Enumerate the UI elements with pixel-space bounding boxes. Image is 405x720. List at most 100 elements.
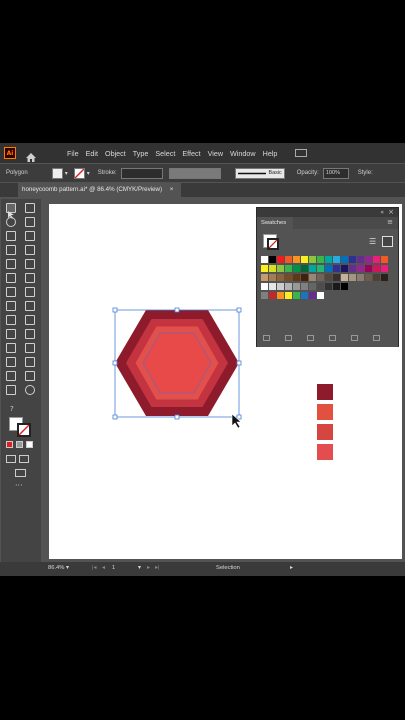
artboard-tool-icon[interactable]	[6, 371, 16, 381]
swatch[interactable]	[325, 283, 332, 290]
swatch[interactable]	[277, 265, 284, 272]
swatch[interactable]	[293, 283, 300, 290]
close-icon[interactable]: ×	[170, 186, 174, 193]
swatch[interactable]	[381, 265, 388, 272]
swatch[interactable]	[261, 256, 268, 263]
mesh-tool-icon[interactable]	[6, 329, 16, 339]
swatch[interactable]	[269, 256, 276, 263]
none-mode-icon[interactable]	[26, 441, 33, 448]
swatch[interactable]	[373, 265, 380, 272]
artboard-number[interactable]: 1	[112, 565, 115, 571]
swatch[interactable]	[277, 283, 284, 290]
menu-select[interactable]: Select	[155, 149, 175, 158]
swatch[interactable]	[293, 256, 300, 263]
swatch[interactable]	[261, 265, 268, 272]
pen-tool-icon[interactable]	[6, 231, 16, 241]
last-artboard-icon[interactable]: ▸|	[155, 565, 159, 571]
shaper-tool-icon[interactable]	[6, 273, 16, 283]
swatch[interactable]	[301, 265, 308, 272]
home-icon[interactable]	[25, 148, 37, 162]
column-graph-tool-icon[interactable]	[25, 357, 35, 367]
swatch[interactable]	[333, 274, 340, 281]
menu-effect[interactable]: Effect	[182, 149, 200, 158]
color-mode-icon[interactable]	[6, 441, 13, 448]
list-view-icon[interactable]: ☰	[369, 237, 376, 246]
resize-handle[interactable]	[174, 307, 180, 313]
help-icon[interactable]: ?	[10, 405, 14, 413]
eraser-tool-icon[interactable]	[25, 273, 35, 283]
opacity-label[interactable]: Opacity:	[297, 170, 319, 176]
document-tab[interactable]: honeycoomb pattern.ai* @ 86.4% (CMYK/Pre…	[18, 183, 182, 197]
delete-swatch-icon[interactable]	[373, 335, 380, 341]
menu-file[interactable]: File	[67, 149, 79, 158]
swatch-libraries-icon[interactable]	[263, 335, 270, 341]
swatch[interactable]	[261, 292, 268, 299]
workspace-switcher-icon[interactable]	[295, 149, 308, 157]
swatch[interactable]	[277, 292, 284, 299]
stroke-indicator[interactable]	[267, 238, 279, 250]
resize-handle[interactable]	[112, 360, 118, 366]
magic-wand-tool-icon[interactable]	[6, 217, 16, 227]
swatch[interactable]	[309, 292, 316, 299]
swatch[interactable]	[293, 265, 300, 272]
perspective-grid-tool-icon[interactable]	[25, 315, 35, 325]
grid-view-icon[interactable]	[382, 236, 393, 247]
menu-view[interactable]: View	[208, 149, 223, 158]
swatch[interactable]	[357, 274, 364, 281]
show-kinds-icon[interactable]	[285, 335, 292, 341]
stroke-color-swatch[interactable]	[17, 423, 31, 437]
swatch[interactable]	[269, 292, 276, 299]
swatch[interactable]	[317, 292, 324, 299]
sample-color-square[interactable]	[317, 424, 333, 440]
chevron-down-icon[interactable]: ▾	[66, 565, 69, 571]
menu-object[interactable]: Object	[105, 149, 126, 158]
hand-tool-icon[interactable]	[6, 385, 16, 395]
width-tool-icon[interactable]	[6, 301, 16, 311]
gradient-tool-icon[interactable]	[25, 329, 35, 339]
new-swatch-icon[interactable]	[351, 335, 358, 341]
line-tool-icon[interactable]	[25, 245, 35, 255]
swatch[interactable]	[309, 256, 316, 263]
resize-handle[interactable]	[236, 360, 242, 366]
sample-color-square[interactable]	[317, 404, 333, 420]
swatch[interactable]	[373, 274, 380, 281]
chevron-down-icon[interactable]: ▾	[87, 170, 90, 177]
swatch[interactable]	[333, 265, 340, 272]
swatch-options-icon[interactable]	[307, 335, 314, 341]
sample-color-square[interactable]	[317, 384, 333, 400]
swatch[interactable]	[269, 265, 276, 272]
resize-handle[interactable]	[236, 414, 242, 420]
zoom-tool-icon[interactable]	[25, 385, 35, 395]
swatch[interactable]	[381, 274, 388, 281]
stroke-weight-field[interactable]	[120, 167, 163, 179]
swatch[interactable]	[301, 274, 308, 281]
symbol-sprayer-tool-icon[interactable]	[6, 357, 16, 367]
resize-handle[interactable]	[112, 414, 118, 420]
type-tool-icon[interactable]	[6, 245, 16, 255]
swatch[interactable]	[341, 265, 348, 272]
chevron-down-icon[interactable]: ▾	[138, 565, 141, 571]
lasso-tool-icon[interactable]	[25, 217, 35, 227]
slice-tool-icon[interactable]	[25, 371, 35, 381]
new-color-group-icon[interactable]	[329, 335, 336, 341]
resize-handle[interactable]	[236, 307, 242, 313]
swatch[interactable]	[317, 256, 324, 263]
swatch[interactable]	[285, 274, 292, 281]
swatch[interactable]	[341, 256, 348, 263]
edit-toolbar-icon[interactable]	[15, 469, 26, 477]
collapse-panel-icon[interactable]: «	[380, 209, 384, 216]
swatch[interactable]	[365, 256, 372, 263]
swatch[interactable]	[285, 265, 292, 272]
rotate-tool-icon[interactable]	[6, 287, 16, 297]
swatch[interactable]	[261, 274, 268, 281]
drawing-mode-icon[interactable]	[6, 455, 16, 463]
previous-artboard-icon[interactable]: ◂	[102, 565, 105, 571]
swatch[interactable]	[341, 274, 348, 281]
swatch[interactable]	[301, 256, 308, 263]
swatch[interactable]	[325, 265, 332, 272]
swatch[interactable]	[365, 265, 372, 272]
swatch[interactable]	[293, 274, 300, 281]
scale-tool-icon[interactable]	[25, 287, 35, 297]
swatch[interactable]	[333, 256, 340, 263]
shape-builder-tool-icon[interactable]	[6, 315, 16, 325]
